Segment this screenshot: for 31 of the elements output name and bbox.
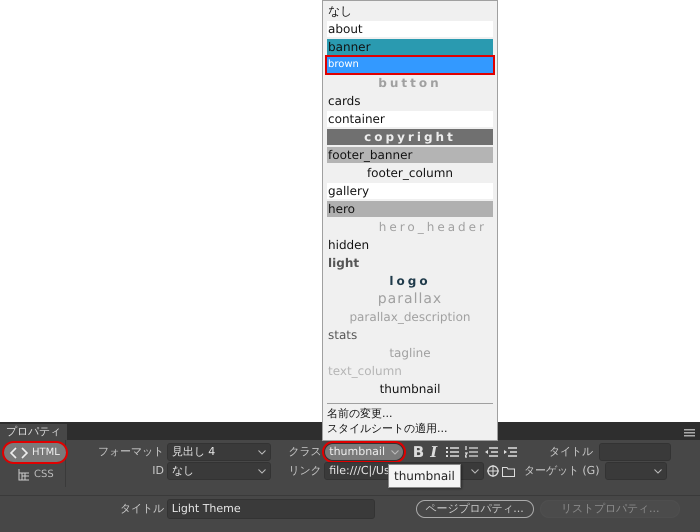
item-label: stats	[328, 328, 358, 342]
item-label: text_column	[328, 364, 402, 378]
item-label: なし	[328, 4, 352, 18]
item-label: brown	[328, 59, 359, 70]
item-label: logo	[389, 274, 431, 288]
field-label: ターゲット (G)	[522, 462, 600, 479]
item-label: parallax_description	[349, 310, 471, 324]
item-label: container	[328, 112, 385, 126]
item-label: button	[378, 76, 442, 90]
item-label: cards	[328, 94, 361, 108]
tooltip: thumbnail	[388, 464, 461, 488]
item-label: hero	[328, 202, 355, 216]
page-button: リストプロパティ...	[540, 500, 680, 518]
item-label: thumbnail	[380, 382, 440, 396]
field-label: フォーマット	[97, 444, 164, 460]
item-label: footer_column	[366, 166, 454, 180]
item-label: gallery	[328, 184, 370, 198]
field-label: ID	[151, 462, 164, 479]
field-label: タイトル	[548, 444, 593, 460]
field-label: リンク	[288, 462, 322, 479]
item-label: hidden	[328, 238, 370, 252]
item-label: tagline	[389, 346, 431, 360]
item-label: hero_header	[378, 220, 487, 234]
field-label: クラス	[288, 444, 322, 460]
field-label: タイトル	[119, 500, 164, 517]
item-label: copyright	[364, 130, 456, 144]
item-label: footer_banner	[328, 148, 412, 162]
item-label: light	[328, 256, 360, 270]
item-label: parallax	[378, 291, 442, 307]
item-label: banner	[328, 40, 370, 54]
item-label: about	[328, 22, 363, 36]
